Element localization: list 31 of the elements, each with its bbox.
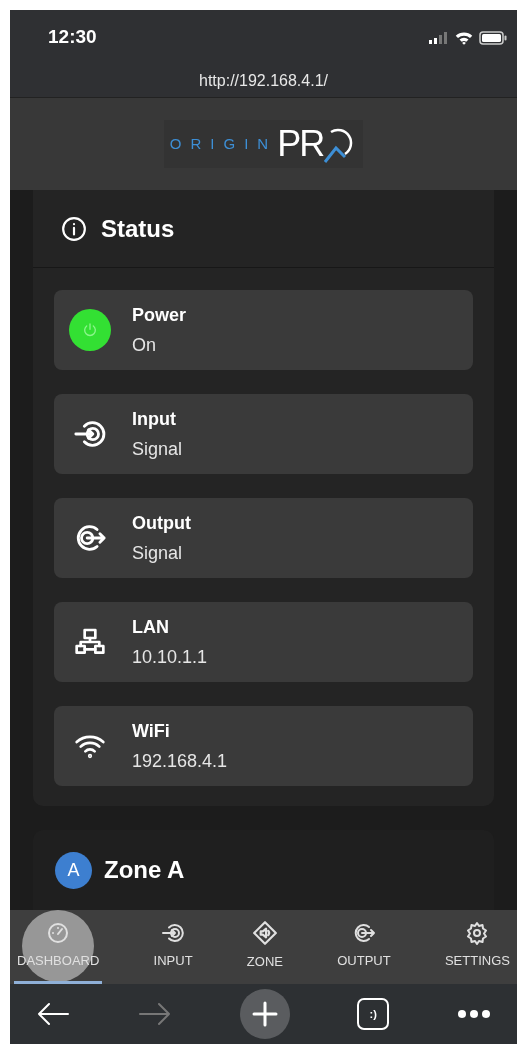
status-item-label: Input — [132, 407, 177, 431]
plus-icon — [251, 1001, 278, 1027]
status-item-value: Signal — [132, 437, 183, 461]
address-bar-url[interactable]: http://192.168.4.1/ — [199, 69, 328, 93]
battery-icon — [479, 30, 507, 45]
nav-tab[interactable]: ZONE — [243, 910, 286, 984]
status-item-label: LAN — [132, 615, 170, 639]
zone-letter-badge: A — [55, 851, 92, 889]
more-options-icon[interactable] — [457, 1009, 491, 1019]
back-button[interactable] — [36, 1002, 70, 1026]
status-item-value: Signal — [132, 541, 184, 565]
nav-tab[interactable]: SETTINGS — [441, 910, 513, 984]
new-tab-button[interactable] — [239, 989, 290, 1039]
clock-time: 12:30 — [48, 25, 97, 50]
settings-icon — [465, 920, 490, 945]
zone-title: Zone A — [104, 855, 185, 885]
status-item-label: Output — [132, 511, 191, 535]
cellular-signal-icon — [429, 31, 449, 44]
nav-tab[interactable]: INPUT — [150, 910, 196, 984]
status-title: Status — [101, 213, 175, 244]
wifi-status-icon — [455, 30, 473, 45]
status-item-value: On — [132, 333, 157, 357]
tabs-button[interactable]: :) — [357, 998, 390, 1030]
status-item-value: 192.168.4.1 — [132, 749, 228, 773]
speaker-diamond-icon — [251, 919, 278, 946]
status-item-label: WiFi — [132, 719, 171, 743]
info-icon — [61, 215, 87, 242]
status-item-value: 10.10.1.1 — [132, 645, 208, 669]
status-item-label: Power — [132, 303, 187, 327]
gauge-icon — [46, 920, 71, 945]
nav-tab[interactable]: OUTPUT — [334, 910, 394, 984]
